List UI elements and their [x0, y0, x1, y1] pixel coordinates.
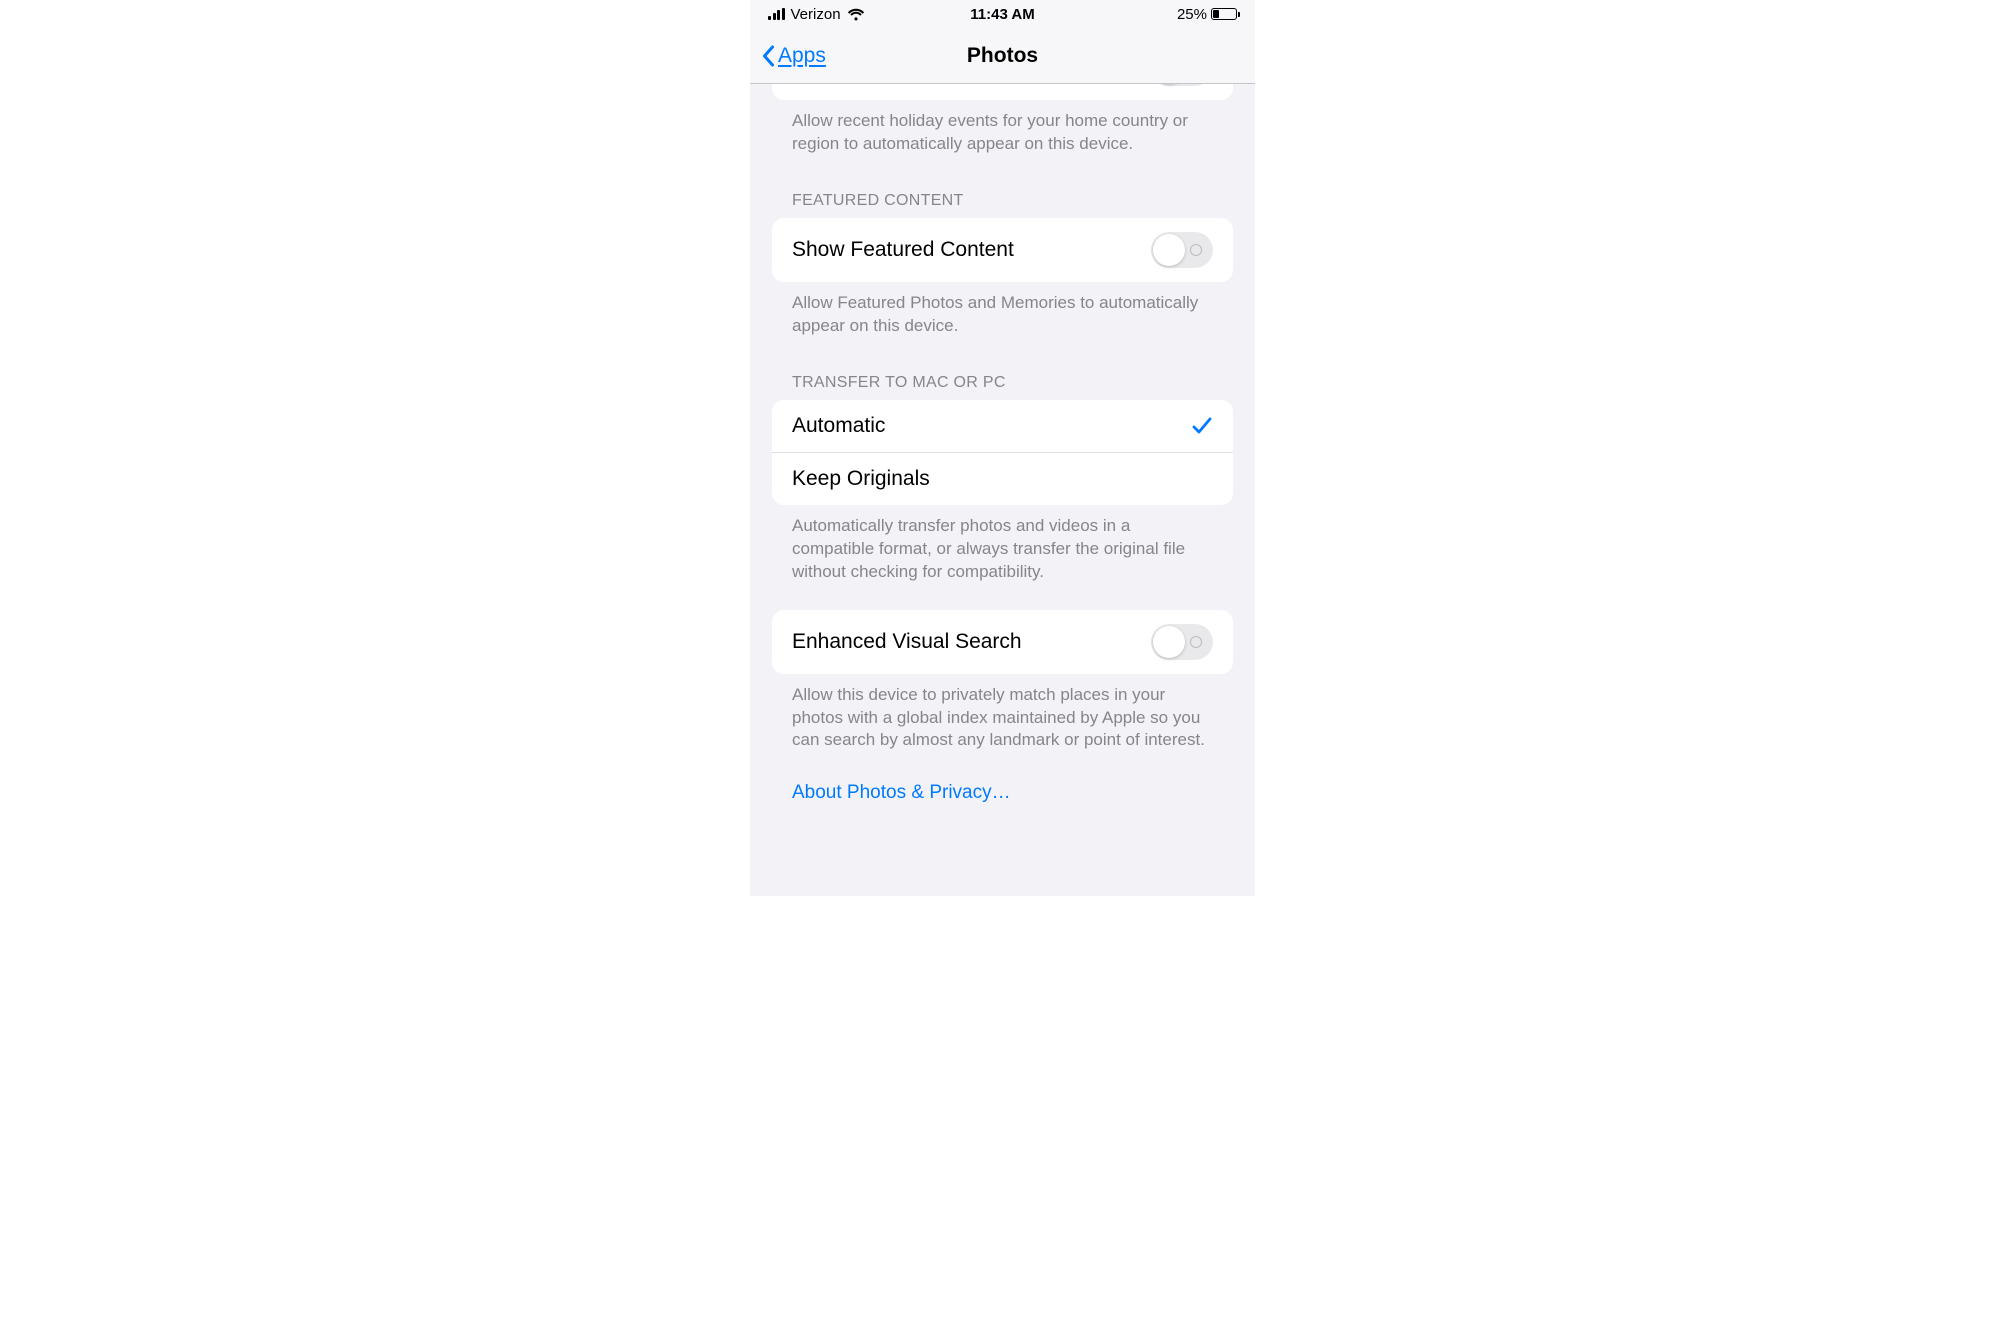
transfer-header: TRANSFER TO MAC OR PC: [750, 338, 1255, 400]
show-holiday-events-row[interactable]: Show Holiday Events: [772, 84, 1233, 100]
row-label: Automatic: [792, 414, 885, 438]
visual-search-toggle[interactable]: [1151, 624, 1213, 660]
row-label: Show Featured Content: [792, 238, 1014, 262]
checkmark-icon: [1191, 415, 1213, 437]
phone-screen: Verizon 11:43 AM 25% Apps Photos Show Ho…: [750, 0, 1255, 896]
transfer-keep-originals-row[interactable]: Keep Originals: [772, 452, 1233, 505]
visual-search-footer: Allow this device to privately match pla…: [750, 674, 1255, 753]
featured-content-header: FEATURED CONTENT: [750, 156, 1255, 218]
featured-content-footer: Allow Featured Photos and Memories to au…: [750, 282, 1255, 338]
holiday-events-toggle[interactable]: [1151, 84, 1213, 86]
status-bar: Verizon 11:43 AM 25%: [750, 0, 1255, 28]
battery-percent: 25%: [1177, 6, 1207, 23]
about-photos-privacy-link[interactable]: About Photos & Privacy…: [750, 752, 1255, 824]
visual-search-group: Enhanced Visual Search: [772, 610, 1233, 674]
featured-content-group: Show Featured Content: [772, 218, 1233, 282]
battery-icon: [1211, 8, 1237, 20]
holiday-events-footer: Allow recent holiday events for your hom…: [750, 100, 1255, 156]
row-label: Enhanced Visual Search: [792, 630, 1022, 654]
show-featured-content-row[interactable]: Show Featured Content: [772, 218, 1233, 282]
settings-content: Show Holiday Events Allow recent holiday…: [750, 84, 1255, 824]
navigation-bar: Apps Photos: [750, 28, 1255, 84]
cellular-signal-icon: [768, 8, 785, 20]
transfer-automatic-row[interactable]: Automatic: [772, 400, 1233, 452]
row-label: Keep Originals: [792, 467, 930, 491]
clock: 11:43 AM: [970, 6, 1034, 23]
transfer-footer: Automatically transfer photos and videos…: [750, 505, 1255, 584]
carrier-label: Verizon: [791, 6, 841, 23]
back-label: Apps: [778, 44, 826, 68]
featured-content-toggle[interactable]: [1151, 232, 1213, 268]
back-button[interactable]: Apps: [760, 44, 826, 68]
page-title: Photos: [967, 44, 1038, 68]
transfer-group: Automatic Keep Originals: [772, 400, 1233, 505]
wifi-icon: [847, 8, 865, 21]
enhanced-visual-search-row[interactable]: Enhanced Visual Search: [772, 610, 1233, 674]
chevron-left-icon: [760, 45, 776, 67]
